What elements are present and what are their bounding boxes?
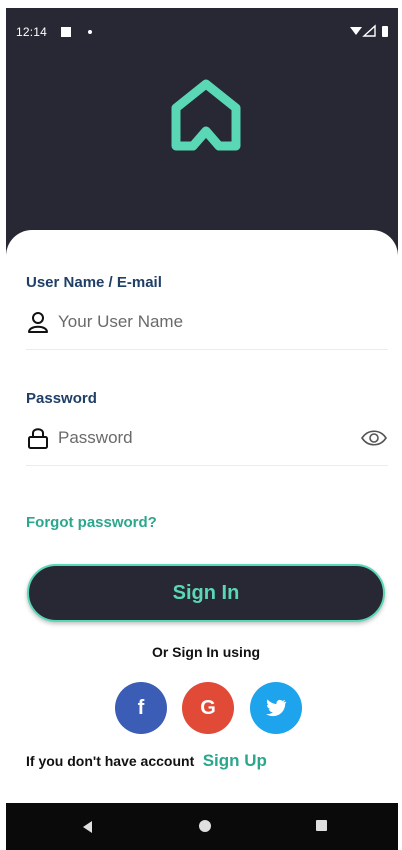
app-screen: 12:14 User Name / E-mail Password	[6, 8, 398, 850]
password-input[interactable]	[58, 424, 338, 452]
password-divider	[26, 465, 388, 466]
wifi-icon	[350, 27, 362, 35]
twitter-icon	[266, 699, 287, 717]
username-input[interactable]	[58, 308, 338, 336]
sign-in-button[interactable]: Sign In	[27, 564, 385, 622]
back-icon[interactable]	[80, 819, 96, 835]
forgot-password-link[interactable]: Forgot password?	[26, 514, 157, 531]
twitter-button[interactable]	[250, 682, 302, 734]
battery-icon	[382, 26, 388, 37]
account-prompt: If you don't have account	[26, 753, 195, 769]
notification-icon	[61, 27, 71, 37]
password-label: Password	[26, 390, 97, 407]
social-heading: Or Sign In using	[151, 644, 261, 660]
google-button[interactable]: G	[182, 682, 234, 734]
google-icon: G	[200, 696, 216, 719]
notification-dot-icon	[88, 30, 92, 34]
sign-up-row: If you don't have account Sign Up	[26, 751, 267, 775]
facebook-button[interactable]: f	[115, 682, 167, 734]
facebook-icon: f	[137, 696, 145, 719]
user-icon	[28, 312, 48, 333]
eye-icon[interactable]	[360, 426, 388, 450]
lock-icon	[28, 428, 48, 449]
password-field	[26, 424, 388, 454]
status-icons	[350, 24, 388, 37]
home-icon[interactable]	[199, 820, 211, 832]
username-label: User Name / E-mail	[26, 274, 162, 291]
status-time: 12:14	[16, 25, 48, 39]
signal-icon	[362, 24, 376, 37]
username-field	[26, 308, 388, 338]
status-bar: 12:14	[6, 8, 398, 42]
sign-up-link[interactable]: Sign Up	[203, 751, 267, 770]
recents-icon[interactable]	[316, 820, 327, 831]
username-divider	[26, 349, 388, 350]
android-nav-bar	[6, 803, 398, 850]
home-logo-icon	[171, 79, 241, 151]
